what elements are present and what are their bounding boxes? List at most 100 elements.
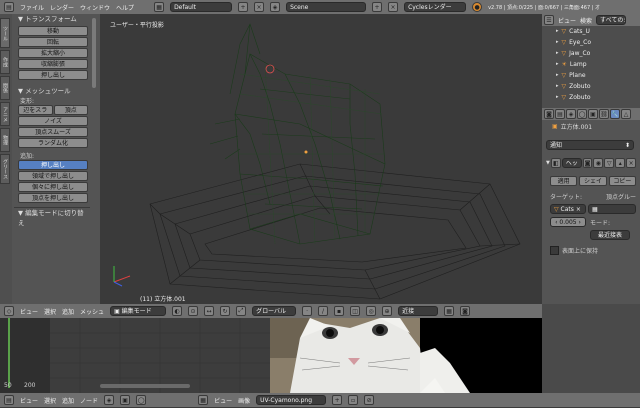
edge-select-icon[interactable]: / — [318, 306, 329, 316]
shrink-fatten-button[interactable]: 収縮膨張 — [18, 59, 88, 69]
tab-grease[interactable]: グリース — [0, 154, 10, 184]
render-toggle-icon[interactable]: ◙ — [582, 158, 593, 168]
screen-layout-icon[interactable]: ▦ — [154, 2, 165, 12]
editmode-toggle-icon[interactable]: ▽ — [604, 158, 615, 168]
menu-node[interactable]: ノード — [80, 396, 98, 405]
rotate-button[interactable]: 回転 — [18, 37, 88, 47]
tab-tools[interactable]: ツール — [0, 18, 10, 48]
apply-as-shape-button[interactable]: シェイ — [579, 176, 607, 186]
edge-slide-button[interactable]: 辺をスラ — [18, 105, 53, 115]
add-screen-icon[interactable]: + — [238, 2, 249, 12]
menu-select[interactable]: 選択 — [44, 396, 56, 405]
vertex-slide-button[interactable]: 頂点 — [53, 105, 88, 115]
add-scene-icon[interactable]: + — [372, 2, 383, 12]
move-up-icon[interactable]: ▴ — [615, 158, 626, 168]
vertex-group-field[interactable]: ▦ — [588, 204, 636, 214]
3d-viewport[interactable]: ユーザー・平行投影 (11) 立方体.001 — [100, 14, 542, 304]
outliner-tab-search[interactable]: 検索 — [580, 16, 592, 25]
layers-tab-icon[interactable]: ▤ — [555, 109, 565, 119]
outliner-item[interactable]: ▸ ▽ Jaw_Co — [556, 48, 640, 59]
node-tree-icon[interactable]: ◈ — [104, 395, 115, 405]
tool-shelf-scrollbar[interactable] — [92, 18, 96, 88]
transform-panel-header[interactable]: ▼ トランスフォーム — [14, 14, 90, 24]
screen-name-field[interactable]: Default — [170, 2, 233, 12]
copy-button[interactable]: コピー — [608, 176, 636, 186]
new-image-icon[interactable]: + — [332, 395, 343, 405]
menu-image[interactable]: 画像 — [238, 396, 250, 405]
menu-image-view[interactable]: ビュー — [214, 396, 232, 405]
menu-file[interactable]: ファイル — [20, 3, 44, 12]
extrude-region-button[interactable]: 領域で押し出し — [18, 171, 88, 181]
manipulator-icon[interactable]: ↔ — [204, 306, 215, 316]
remove-scene-icon[interactable]: × — [388, 2, 399, 12]
render-icon[interactable]: ◙ — [460, 306, 471, 316]
smooth-vertex-button[interactable]: 頂点スムーズ — [18, 127, 88, 137]
outliner-item[interactable]: ▸ ☀ Lamp — [556, 59, 640, 70]
extrude-vertices-button[interactable]: 頂点を押し出し — [18, 193, 88, 203]
image-name-field[interactable]: UV-Cyamono.png — [256, 395, 327, 405]
menu-mesh[interactable]: メッシュ — [80, 307, 104, 316]
render-tab-icon[interactable]: ◙ — [544, 109, 554, 119]
modifiers-tab-icon[interactable]: 🔧 — [610, 109, 620, 119]
shading-icon[interactable]: ◐ — [172, 306, 183, 316]
offset-field[interactable]: ‹ 0.005 › — [550, 217, 586, 227]
editor-type-icon[interactable]: ☰ — [544, 15, 554, 25]
snap-element-select[interactable]: 近接 — [398, 306, 439, 316]
face-select-icon[interactable]: ▪ — [334, 306, 345, 316]
pin-icon[interactable]: ⊘ — [364, 395, 375, 405]
menu-render[interactable]: レンダー — [50, 3, 74, 12]
randomize-button[interactable]: ランダム化 — [18, 138, 88, 148]
menu-view[interactable]: ビュー — [20, 396, 38, 405]
world-nodes-icon[interactable]: ◯ — [136, 395, 147, 405]
outliner-tab-view[interactable]: ビュー — [558, 16, 576, 25]
viewport-toggle-icon[interactable]: ◉ — [593, 158, 604, 168]
collapse-icon[interactable]: ▼ — [546, 160, 550, 166]
modifier-name-field[interactable]: ヘッ — [561, 158, 582, 168]
extrude-button[interactable]: 押し出し — [18, 160, 88, 170]
keep-above-checkbox[interactable] — [550, 246, 559, 255]
outliner-item[interactable]: ▸ ▽ Zobuto — [556, 92, 640, 103]
editor-type-icon[interactable]: ▤ — [4, 395, 14, 405]
menu-view[interactable]: ビュー — [20, 307, 38, 316]
constraints-tab-icon[interactable]: ⛓ — [599, 109, 609, 119]
tab-animation[interactable]: アニメ — [0, 102, 10, 126]
graph-editor[interactable]: 50 200 — [0, 318, 270, 393]
translate-button[interactable]: 移動 — [18, 26, 88, 36]
editor-type-icon[interactable]: ▤ — [4, 2, 14, 12]
noise-button[interactable]: ノイズ — [18, 116, 88, 126]
extrude-individual-button[interactable]: 個々に押し出し — [18, 182, 88, 192]
scene-icon[interactable]: ◈ — [270, 2, 281, 12]
object-nodes-icon[interactable]: ▣ — [120, 395, 131, 405]
xray-icon[interactable]: ◫ — [350, 306, 361, 316]
outliner-item[interactable]: ▸ ▽ Cats_U — [556, 26, 640, 37]
image-editor-icon[interactable]: ▦ — [198, 395, 209, 405]
outliner-item[interactable]: ▸ ▽ Zobuto — [556, 81, 640, 92]
tab-create[interactable]: 作成 — [0, 50, 10, 74]
graph-scrollbar[interactable] — [100, 384, 190, 388]
open-image-icon[interactable]: ▫ — [348, 395, 359, 405]
world-tab-icon[interactable]: ◯ — [577, 109, 587, 119]
vertex-select-icon[interactable]: · — [302, 306, 313, 316]
proportional-icon[interactable]: ◎ — [366, 306, 377, 316]
tab-relations[interactable]: 関係 — [0, 76, 10, 100]
snap-icon[interactable]: ⊕ — [382, 306, 393, 316]
apply-button[interactable]: 適用 — [550, 176, 578, 186]
menu-select[interactable]: 選択 — [44, 307, 56, 316]
pivot-icon[interactable]: ⊙ — [188, 306, 199, 316]
tab-physics[interactable]: 物理 — [0, 128, 10, 152]
outliner-display-select[interactable]: すべてのシ — [596, 15, 627, 25]
scene-tab-icon[interactable]: ◈ — [566, 109, 576, 119]
layers-icon[interactable]: ▦ — [444, 306, 455, 316]
menu-help[interactable]: ヘルプ — [116, 3, 134, 12]
mode-select[interactable]: 最近接表 — [590, 230, 630, 240]
target-field[interactable]: ▽ Cats × — [550, 204, 586, 214]
data-tab-icon[interactable]: △ — [621, 109, 631, 119]
scene-name-field[interactable]: Scene — [286, 2, 367, 12]
operator-panel-header[interactable]: ▼ 編集モードに切り替え — [14, 207, 90, 227]
mode-select[interactable]: ▣ 編集モード — [110, 306, 167, 316]
editor-type-icon[interactable]: ◇ — [4, 306, 14, 316]
render-engine-select[interactable]: Cyclesレンダー — [404, 2, 467, 12]
outliner-item[interactable]: ▸ ▽ Plane — [556, 70, 640, 81]
rotate-manip-icon[interactable]: ↻ — [220, 306, 231, 316]
mesh-tools-header[interactable]: ▼ メッシュツール — [14, 86, 90, 96]
